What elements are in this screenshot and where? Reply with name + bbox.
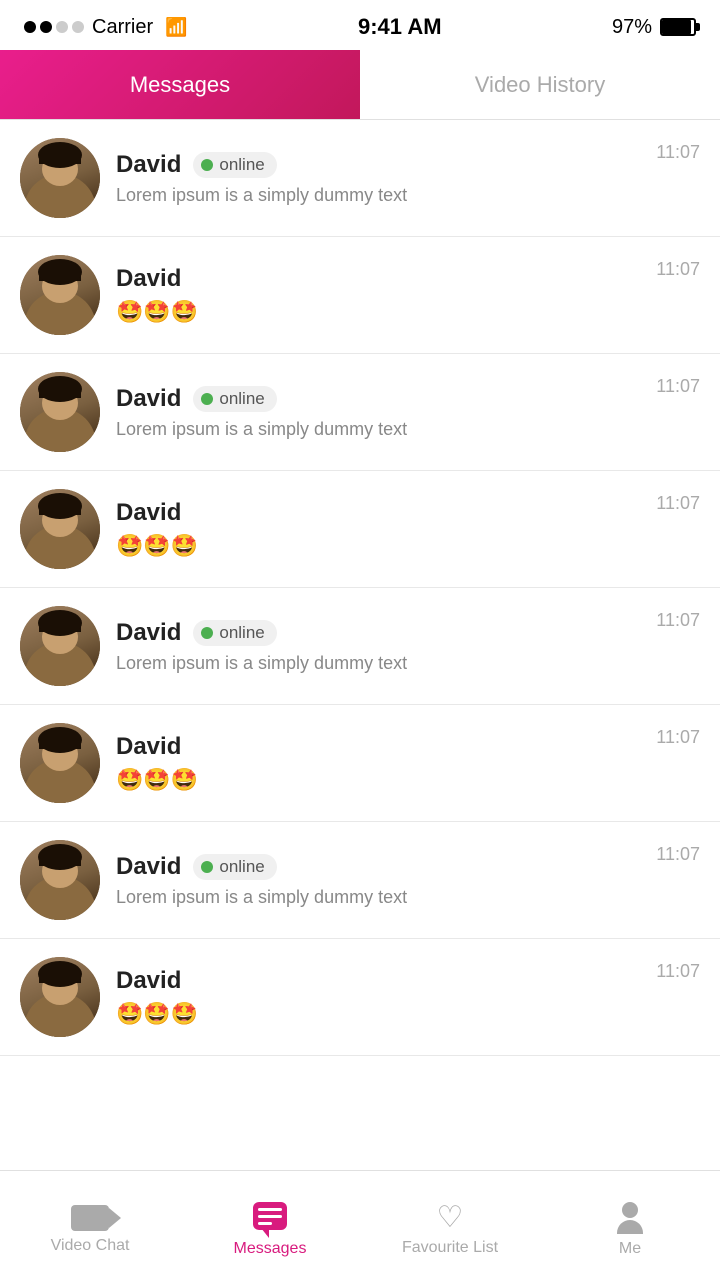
- message-preview: Lorem ipsum is a simply dummy text: [116, 419, 640, 440]
- contact-name: David: [116, 151, 181, 179]
- battery-percent: 97%: [612, 16, 652, 39]
- online-label: online: [219, 857, 264, 877]
- message-item-2[interactable]: David 🤩🤩🤩 11:07: [0, 237, 720, 354]
- online-dot: [201, 627, 213, 639]
- bottom-nav: Video Chat Messages ♡ Favourite List Me: [0, 1170, 720, 1280]
- me-icon: [617, 1202, 643, 1234]
- avatar: [20, 957, 100, 1037]
- status-time: 9:41 AM: [358, 14, 442, 40]
- contact-name: David: [116, 619, 181, 647]
- carrier-label: Carrier: [92, 16, 153, 39]
- nav-favourite-label: Favourite List: [402, 1239, 498, 1257]
- message-preview: 🤩🤩🤩: [116, 533, 640, 559]
- message-preview: Lorem ipsum is a simply dummy text: [116, 653, 640, 674]
- status-bar: Carrier 📶 9:41 AM 97%: [0, 0, 720, 50]
- avatar: [20, 723, 100, 803]
- contact-name: David: [116, 385, 181, 413]
- avatar: [20, 489, 100, 569]
- message-time: 11:07: [656, 376, 700, 397]
- contact-name: David: [116, 265, 181, 293]
- online-badge: online: [193, 152, 276, 178]
- online-label: online: [219, 389, 264, 409]
- message-item-5[interactable]: David online Lorem ipsum is a simply dummy…: [0, 588, 720, 705]
- message-time: 11:07: [656, 259, 700, 280]
- message-header: David: [116, 733, 640, 761]
- online-label: online: [219, 155, 264, 175]
- message-item-1[interactable]: David online Lorem ipsum is a simply dummy…: [0, 120, 720, 237]
- messages-icon: [253, 1202, 287, 1230]
- message-preview: Lorem ipsum is a simply dummy text: [116, 185, 640, 206]
- message-item-8[interactable]: David 🤩🤩🤩 11:07: [0, 939, 720, 1056]
- message-content: David online Lorem ipsum is a simply dummy…: [116, 619, 640, 674]
- online-badge: online: [193, 386, 276, 412]
- wifi-icon: 📶: [165, 17, 187, 38]
- favourite-icon: ♡: [437, 1203, 464, 1233]
- battery-icon: [660, 18, 696, 36]
- nav-messages-label: Messages: [234, 1240, 307, 1258]
- message-content: David online Lorem ipsum is a simply dummy…: [116, 385, 640, 440]
- signal-icon: [24, 21, 84, 33]
- contact-name: David: [116, 967, 181, 995]
- message-time: 11:07: [656, 727, 700, 748]
- contact-name: David: [116, 733, 181, 761]
- message-time: 11:07: [656, 844, 700, 865]
- message-header: David online: [116, 385, 640, 413]
- online-label: online: [219, 623, 264, 643]
- message-content: David 🤩🤩🤩: [116, 499, 640, 559]
- message-content: David 🤩🤩🤩: [116, 265, 640, 325]
- avatar: [20, 138, 100, 218]
- message-time: 11:07: [656, 142, 700, 163]
- message-time: 11:07: [656, 961, 700, 982]
- status-left: Carrier 📶: [24, 16, 188, 39]
- message-list: David online Lorem ipsum is a simply dummy…: [0, 120, 720, 1166]
- online-dot: [201, 861, 213, 873]
- message-header: David: [116, 967, 640, 995]
- contact-name: David: [116, 499, 181, 527]
- status-right: 97%: [612, 16, 696, 39]
- message-preview: 🤩🤩🤩: [116, 299, 640, 325]
- message-time: 11:07: [656, 493, 700, 514]
- message-content: David 🤩🤩🤩: [116, 733, 640, 793]
- message-header: David online: [116, 151, 640, 179]
- message-preview: 🤩🤩🤩: [116, 767, 640, 793]
- message-header: David: [116, 265, 640, 293]
- message-preview: Lorem ipsum is a simply dummy text: [116, 887, 640, 908]
- message-item-4[interactable]: David 🤩🤩🤩 11:07: [0, 471, 720, 588]
- avatar: [20, 255, 100, 335]
- nav-messages[interactable]: Messages: [180, 1194, 360, 1258]
- message-content: David online Lorem ipsum is a simply dummy…: [116, 151, 640, 206]
- message-item-7[interactable]: David online Lorem ipsum is a simply dummy…: [0, 822, 720, 939]
- message-content: David 🤩🤩🤩: [116, 967, 640, 1027]
- nav-favourite-list[interactable]: ♡ Favourite List: [360, 1195, 540, 1257]
- tab-video-history[interactable]: Video History: [360, 50, 720, 119]
- avatar: [20, 372, 100, 452]
- message-header: David online: [116, 853, 640, 881]
- online-badge: online: [193, 854, 276, 880]
- message-header: David online: [116, 619, 640, 647]
- online-badge: online: [193, 620, 276, 646]
- tab-bar: Messages Video History: [0, 50, 720, 120]
- message-content: David online Lorem ipsum is a simply dummy…: [116, 853, 640, 908]
- message-header: David: [116, 499, 640, 527]
- message-item-3[interactable]: David online Lorem ipsum is a simply dummy…: [0, 354, 720, 471]
- contact-name: David: [116, 853, 181, 881]
- message-item-6[interactable]: David 🤩🤩🤩 11:07: [0, 705, 720, 822]
- nav-me-label: Me: [619, 1240, 641, 1258]
- nav-video-chat[interactable]: Video Chat: [0, 1197, 180, 1255]
- video-chat-icon: [71, 1205, 109, 1231]
- nav-me[interactable]: Me: [540, 1194, 720, 1258]
- avatar: [20, 840, 100, 920]
- message-time: 11:07: [656, 610, 700, 631]
- message-preview: 🤩🤩🤩: [116, 1001, 640, 1027]
- online-dot: [201, 159, 213, 171]
- tab-messages[interactable]: Messages: [0, 50, 360, 119]
- nav-video-chat-label: Video Chat: [51, 1237, 130, 1255]
- online-dot: [201, 393, 213, 405]
- avatar: [20, 606, 100, 686]
